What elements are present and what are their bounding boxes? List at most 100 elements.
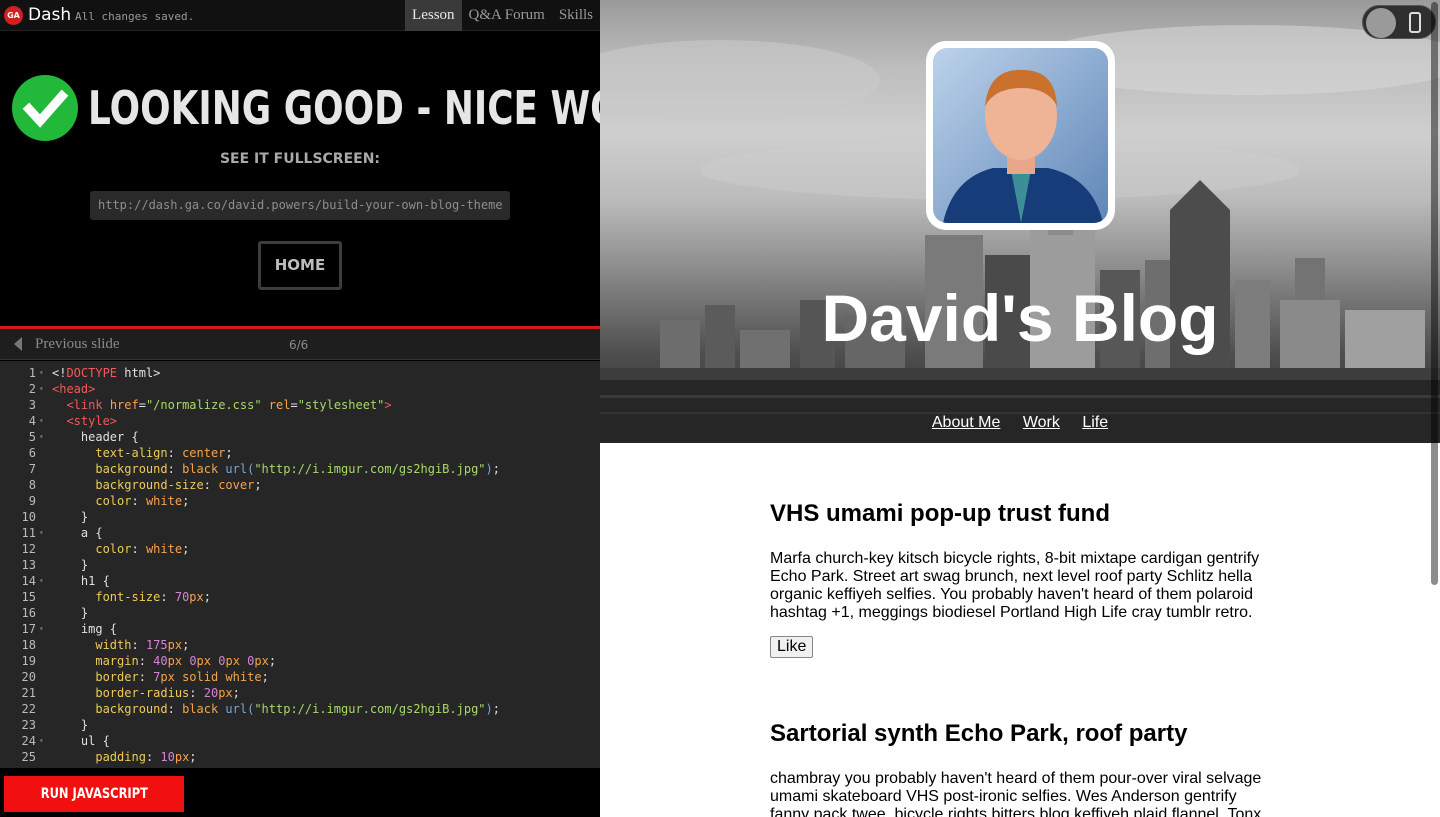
home-button[interactable]: HOME: [258, 241, 342, 290]
code-token: <style>: [66, 414, 118, 428]
fold-toggle-icon[interactable]: ▾: [39, 413, 44, 429]
fold-toggle-icon[interactable]: ▾: [39, 621, 44, 637]
code-text: header {: [52, 429, 139, 445]
code-line[interactable]: 6 text-align: center;: [0, 445, 600, 461]
code-line[interactable]: 9 color: white;: [0, 493, 600, 509]
fold-toggle-icon[interactable]: ▾: [39, 525, 44, 541]
code-text: ul {: [52, 733, 110, 749]
run-javascript-button[interactable]: RUN JAVASCRIPT: [4, 776, 184, 812]
code-token: "http://i.imgur.com/gs2hgiB.jpg": [254, 462, 486, 476]
code-token: ;: [492, 462, 500, 476]
nav-link-life[interactable]: Life: [1082, 414, 1108, 431]
code-line[interactable]: 7 background: black url("http://i.imgur.…: [0, 461, 600, 477]
code-line[interactable]: 11 ▾ a {: [0, 525, 600, 541]
code-token: 40: [153, 654, 168, 668]
code-text: background-size: cover;: [52, 477, 262, 493]
code-token: <link: [66, 398, 103, 412]
code-text: }: [52, 557, 88, 573]
code-line[interactable]: 3 <link href="/normalize.css" rel="style…: [0, 397, 600, 413]
code-token: "stylesheet": [297, 398, 385, 412]
code-text: a {: [52, 525, 103, 541]
chevron-left-icon[interactable]: [14, 337, 22, 351]
code-token: :: [138, 654, 154, 668]
code-line[interactable]: 25 padding: 10px;: [0, 749, 600, 765]
line-number: 15: [21, 590, 36, 604]
code-line[interactable]: 16 }: [0, 605, 600, 621]
fold-toggle-icon[interactable]: ▾: [39, 365, 44, 381]
post-body: Marfa church-key kitsch bicycle rights, …: [770, 550, 1260, 621]
device-toggle[interactable]: [1362, 5, 1436, 39]
code-token: margin: [95, 654, 139, 668]
code-token: 175: [145, 638, 168, 652]
code-line[interactable]: 22 background: black url("http://i.imgur…: [0, 701, 600, 717]
code-token: :: [131, 494, 146, 508]
code-token: <!: [52, 366, 67, 380]
app-name: Dash: [28, 5, 72, 25]
code-text: <style>: [52, 413, 117, 429]
code-line[interactable]: 1 ▾ <!DOCTYPE html>: [0, 365, 600, 381]
line-number: 21: [21, 686, 36, 700]
previous-slide-link[interactable]: Previous slide: [35, 336, 120, 353]
code-line[interactable]: 2 ▾ <head>: [0, 381, 600, 397]
code-token: ;: [254, 478, 262, 492]
code-text: background: black url("http://i.imgur.co…: [52, 461, 500, 477]
code-line[interactable]: 13 }: [0, 557, 600, 573]
nav-link-work[interactable]: Work: [1023, 414, 1060, 431]
avatar: [926, 41, 1115, 230]
code-line[interactable]: 17 ▾ img {: [0, 621, 600, 637]
tab-qa-forum[interactable]: Q&A Forum: [462, 0, 552, 31]
fold-toggle-icon[interactable]: ▾: [39, 429, 44, 445]
run-javascript-label: RUN JAVASCRIPT: [40, 786, 148, 802]
code-token: white: [145, 494, 183, 508]
code-line[interactable]: 14 ▾ h1 {: [0, 573, 600, 589]
code-token: px: [189, 590, 204, 604]
code-token: 0: [189, 654, 197, 668]
code-line[interactable]: 15 font-size: 70px;: [0, 589, 600, 605]
code-token: color: [95, 494, 132, 508]
code-text: border-radius: 20px;: [52, 685, 240, 701]
code-line[interactable]: 5 ▾ header {: [0, 429, 600, 445]
code-line[interactable]: 21 border-radius: 20px;: [0, 685, 600, 701]
fold-toggle-icon[interactable]: ▾: [39, 573, 44, 589]
fullscreen-url[interactable]: http://dash.ga.co/david.powers/build-you…: [90, 191, 510, 220]
like-button[interactable]: Like: [770, 636, 814, 658]
code-token: cover: [218, 478, 255, 492]
code-text: h1 {: [52, 573, 110, 589]
code-line[interactable]: 18 width: 175px;: [0, 637, 600, 653]
code-token: ;: [492, 702, 500, 716]
code-token: :: [138, 670, 154, 684]
code-line[interactable]: 10 }: [0, 509, 600, 525]
code-token: font-size: [95, 590, 161, 604]
line-number: 8: [28, 478, 36, 492]
top-bar: GA Dash All changes saved. Lesson Q&A Fo…: [0, 0, 600, 31]
line-number: 23: [21, 718, 36, 732]
line-number: 20: [21, 670, 36, 684]
tab-skills[interactable]: Skills: [552, 0, 600, 31]
code-line[interactable]: 19 margin: 40px 0px 0px 0px;: [0, 653, 600, 669]
code-line[interactable]: 23 }: [0, 717, 600, 733]
post-title: VHS umami pop-up trust fund: [770, 500, 1110, 527]
code-token: header {: [52, 430, 139, 444]
ga-logo-icon[interactable]: GA: [4, 6, 23, 25]
code-line[interactable]: 20 border: 7px solid white;: [0, 669, 600, 685]
checkmark-icon: [12, 75, 78, 141]
code-token: href: [109, 398, 139, 412]
code-token: ;: [261, 670, 269, 684]
code-line[interactable]: 4 ▾ <style>: [0, 413, 600, 429]
code-editor[interactable]: 1 ▾ <!DOCTYPE html> 2 ▾ <head> 3 <link href="/…: [0, 361, 600, 768]
lesson-pane: GA Dash All changes saved. Lesson Q&A Fo…: [0, 0, 600, 817]
fold-toggle-icon[interactable]: ▾: [39, 381, 44, 397]
code-line[interactable]: 8 background-size: cover;: [0, 477, 600, 493]
tab-lesson[interactable]: Lesson: [405, 0, 462, 31]
line-number: 19: [21, 654, 36, 668]
code-line[interactable]: 24 ▾ ul {: [0, 733, 600, 749]
nav-link-about-me[interactable]: About Me: [932, 414, 1000, 431]
preview-scrollbar[interactable]: [1431, 2, 1438, 585]
blog-title: David's Blog: [821, 281, 1219, 355]
fold-toggle-icon[interactable]: ▾: [39, 733, 44, 749]
code-line[interactable]: 12 color: white;: [0, 541, 600, 557]
